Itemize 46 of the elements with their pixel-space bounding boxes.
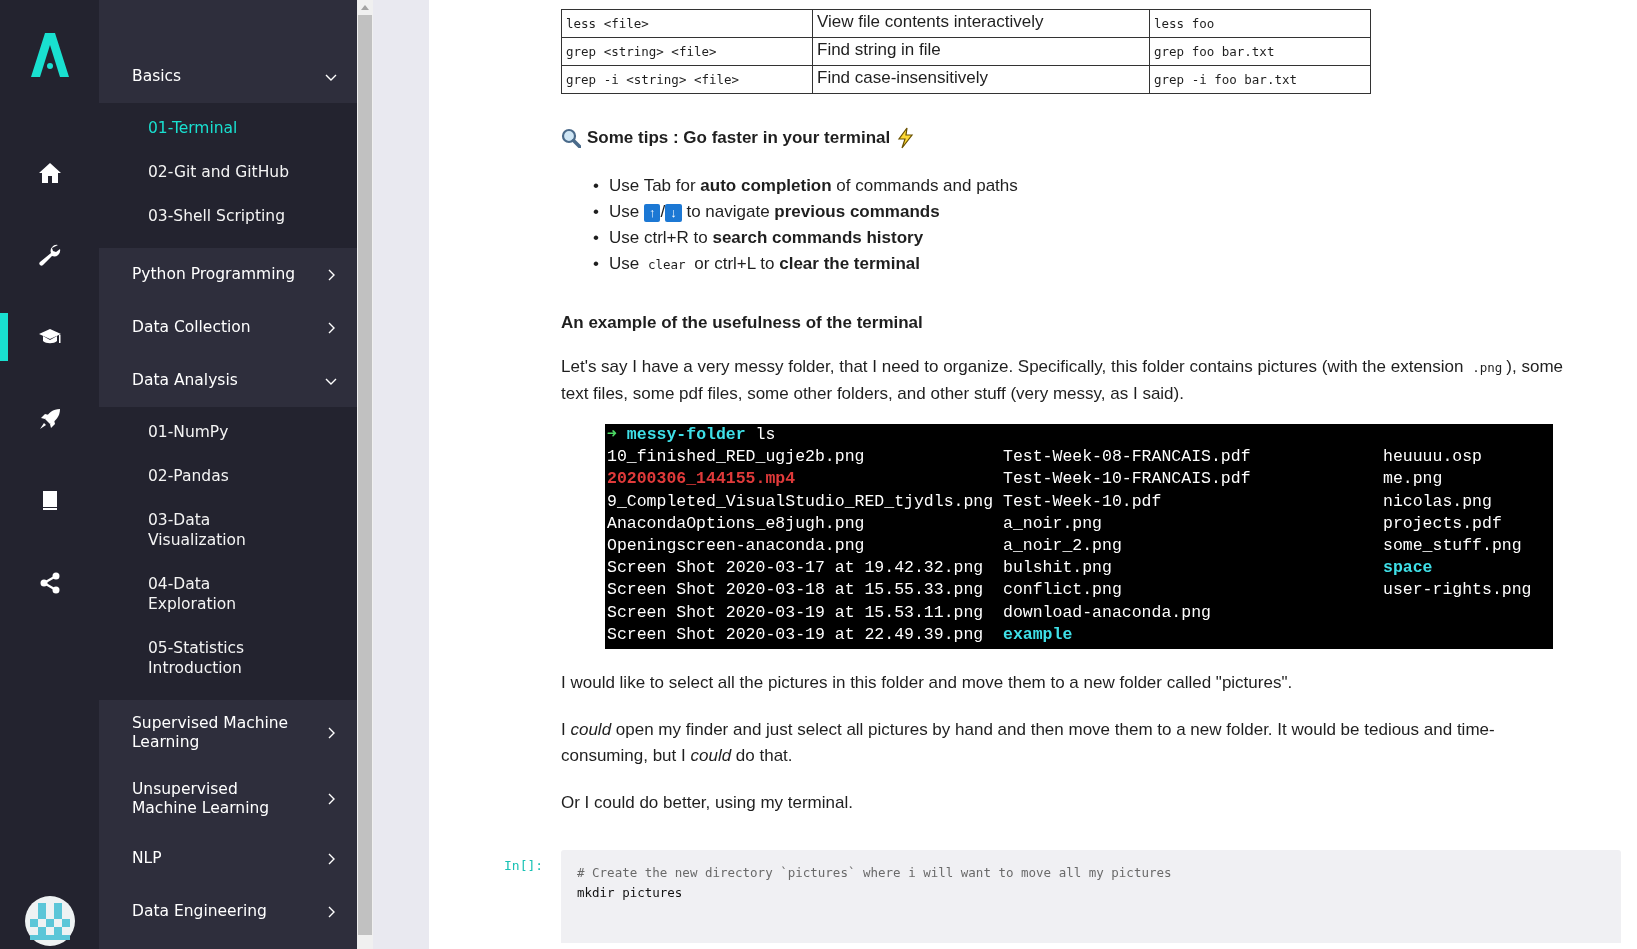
section-heading: An example of the usefulness of the terminal bbox=[561, 313, 924, 333]
paragraph: Let's say I have a very messy folder, that I need to organize. Specifically, this folder contains pictures (with the extension .png ), some text files, some pdf files, some other folders, and other stuff (very messy, as I said). bbox=[561, 356, 1565, 405]
list-item: • Use ctrl+R to search commands history bbox=[593, 228, 924, 247]
nav-item[interactable]: 01-Terminal bbox=[99, 106, 357, 150]
nav-item[interactable]: 02-Pandas bbox=[99, 454, 357, 498]
nav-section[interactable]: NLP bbox=[99, 832, 357, 885]
lightning-icon bbox=[896, 127, 915, 149]
nav-section[interactable]: Basics bbox=[99, 50, 357, 103]
home-icon bbox=[37, 161, 62, 185]
terminal-screenshot: ➜ messy-folder ls 10_finished_RED_ugje2b.png 20200306_144155.mp4 9_Completed_VisualStudio_RED_tjydls.png AnacondaOptions_e8jugh.png Openingscreen-anaconda.png Screen Shot 2020-03-17 at 19.42.32.png Screen Shot 2020-03-18 at 15.55.33.png Screen Shot 2020-03-19 at 15.53.11.png Screen Shot 2020-03-19 at 22.49.39.png Test-Week-08-FRANCAIS.pdf Test-Week-10-FRANCAIS.pdf Test-Week-10.pdf a_noir.png a_noir_2.png bulshit.png conflict.png download-anaconda.png example heuuuu.osp me.png nicolas.png projects.pdf some_stuff.png space user-rights.png bbox=[605, 424, 1553, 650]
nav-section[interactable]: Data Collection bbox=[99, 301, 357, 354]
nav-section[interactable]: Data Analysis bbox=[99, 354, 357, 407]
table-cell: less <file> bbox=[561, 9, 813, 38]
rocket-icon bbox=[37, 407, 62, 431]
table-cell: grep -i foo bar.txt bbox=[1149, 65, 1371, 94]
table-cell: View file contents interactively bbox=[812, 9, 1150, 38]
paragraph: I would like to select all the pictures in this folder and move them to a new folder called "pictures". bbox=[561, 672, 1294, 695]
table-cell: grep <string> <file> bbox=[561, 37, 813, 66]
nav-section[interactable]: Python Programming bbox=[99, 248, 357, 301]
section-heading: Some tips : Go faster in your terminal bbox=[587, 128, 891, 148]
paragraph: I could open my finder and just select all pictures by hand and then move them to a new folder. It would be tedious and time-consuming, but I could do that. bbox=[561, 719, 1496, 768]
nav-item[interactable]: 03-Data Visualization bbox=[99, 498, 357, 562]
nav-item[interactable]: 01-NumPy bbox=[99, 410, 357, 454]
nav-section[interactable]: Data Engineering bbox=[99, 885, 357, 938]
avatar-icon[interactable] bbox=[24, 896, 75, 946]
table-cell: less foo bbox=[1149, 9, 1371, 38]
table-cell: Find string in file bbox=[812, 37, 1150, 66]
list-item: • Use Tab for auto completion of commands and paths bbox=[593, 176, 1018, 195]
table-cell: grep foo bar.txt bbox=[1149, 37, 1371, 66]
wrench-icon bbox=[37, 243, 62, 267]
table-cell: Find case-insensitively bbox=[812, 65, 1150, 94]
logo-icon[interactable] bbox=[28, 33, 71, 77]
list-item: • Use ↑ / ↓ to navigate previous commands bbox=[593, 202, 940, 221]
nav-item[interactable]: 02-Git and GitHub bbox=[99, 150, 357, 194]
nav-item[interactable]: 05-Statistics Introduction bbox=[99, 626, 357, 690]
magnifier-icon bbox=[561, 128, 581, 148]
table-cell: grep -i <string> <file> bbox=[561, 65, 813, 94]
code-cell[interactable]: # Create the new directory `pictures` where i will want to move all my pictures mkdir pictures bbox=[561, 850, 1621, 944]
nav-section[interactable]: Unsupervised Machine Learning bbox=[99, 766, 357, 832]
paragraph: Or I could do better, using my terminal. bbox=[561, 792, 854, 815]
scrollbar-thumb[interactable] bbox=[358, 15, 372, 935]
list-item: • Use clear or ctrl+L to clear the terminal bbox=[593, 254, 920, 273]
nav-item[interactable]: 03-Shell Scripting bbox=[99, 194, 357, 238]
cell-prompt: In[]: bbox=[504, 857, 545, 876]
nav-section[interactable]: Supervised Machine Learning bbox=[99, 700, 357, 766]
nav-item[interactable]: 04-Data Exploration bbox=[99, 562, 357, 626]
